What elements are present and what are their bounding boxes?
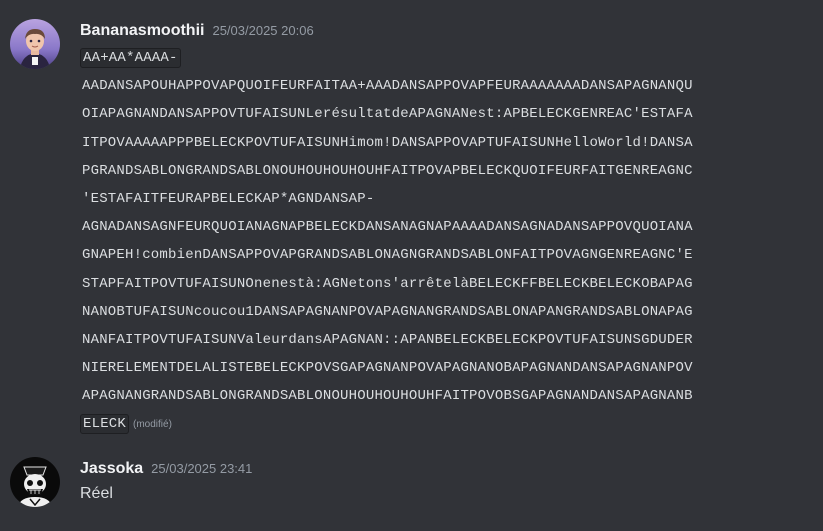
content-line: NANOBTUFAISUNcoucou1DANSAPAGNANPOVAPAGNA… bbox=[80, 298, 806, 326]
username[interactable]: Jassoka bbox=[80, 460, 143, 478]
content-line: 'ESTAFAITFEURAPBELECKAP*AGNDANSAP- bbox=[80, 185, 806, 213]
content-text: GNAPEH!combienDANSAPPOVAPGRANDSABLONAGNG… bbox=[82, 247, 693, 264]
content-line: STAPFAITPOVTUFAISUNOnenestà:AGNetons'arr… bbox=[80, 270, 806, 298]
content-line: OIAPAGNANDANSAPPOVTUFAISUNLerésultatdeAP… bbox=[80, 100, 806, 128]
content-text: NIERELEMENTDELALISTEBELECKPOVSGAPAGNANPO… bbox=[82, 360, 693, 377]
content-line: APAGNANGRANDSABLONGRANDSABLONOUHOUHOUHOU… bbox=[80, 382, 806, 410]
avatar-image bbox=[10, 19, 60, 69]
user-avatar[interactable] bbox=[10, 457, 60, 507]
inline-code: AA+AA*AAAA- bbox=[80, 48, 181, 68]
content-text: NANOBTUFAISUNcoucou1DANSAPAGNANPOVAPAGNA… bbox=[82, 303, 693, 320]
user-avatar[interactable] bbox=[10, 19, 60, 69]
content-line: GNAPEH!combienDANSAPPOVAPGRANDSABLONAGNG… bbox=[80, 241, 806, 269]
content-line: PGRANDSABLONGRANDSABLONOUHOUHOUHOUHFAITP… bbox=[80, 157, 806, 185]
message-header: Jassoka 25/03/2025 23:41 bbox=[80, 460, 252, 482]
content-line: NANFAITPOVTUFAISUNValeurdansAPAGNAN::APA… bbox=[80, 326, 806, 354]
content-text: STAPFAITPOVTUFAISUNOnenestà:AGNetons'arr… bbox=[82, 275, 693, 292]
timestamp[interactable]: 25/03/2025 23:41 bbox=[151, 461, 252, 476]
content-line: ELECK (modifié) bbox=[80, 410, 806, 438]
content-line: AGNADANSAGNFEURQUOIANAGNAPBELECKDANSANAG… bbox=[80, 213, 806, 241]
content-line: AA+AA*AAAA- bbox=[80, 44, 806, 72]
content-text: AADANSAPOUHAPPOVAPQUOIFEURFAITAA+AAADANS… bbox=[82, 78, 693, 95]
content-line: ITPOVAAAAAPPPBELECKPOVTUFAISUNHimom!DANS… bbox=[80, 129, 806, 157]
content-text: ITPOVAAAAAPPPBELECKPOVTUFAISUNHimom!DANS… bbox=[82, 134, 693, 151]
message-content: Réel bbox=[80, 485, 113, 502]
content-text: OIAPAGNANDANSAPPOVTUFAISUNLerésultatdeAP… bbox=[82, 106, 693, 123]
timestamp[interactable]: 25/03/2025 20:06 bbox=[212, 23, 313, 38]
content-line: AADANSAPOUHAPPOVAPQUOIFEURFAITAA+AAADANS… bbox=[80, 72, 806, 100]
content-text: 'ESTAFAITFEURAPBELECKAP*AGNDANSAP- bbox=[82, 190, 375, 207]
content-text: PGRANDSABLONGRANDSABLONOUHOUHOUHOUHFAITP… bbox=[82, 162, 693, 179]
message-header: Bananasmoothii 25/03/2025 20:06 bbox=[80, 22, 314, 44]
username[interactable]: Bananasmoothii bbox=[80, 22, 204, 40]
content-text: APAGNANGRANDSABLONGRANDSABLONOUHOUHOUHOU… bbox=[82, 388, 693, 405]
content-text: AGNADANSAGNFEURQUOIANAGNAPBELECKDANSANAG… bbox=[82, 219, 693, 236]
inline-code: ELECK bbox=[80, 414, 130, 435]
content-text: NANFAITPOVTUFAISUNValeurdansAPAGNAN::APA… bbox=[82, 331, 693, 348]
avatar-image bbox=[10, 457, 60, 507]
edited-label[interactable]: (modifié) bbox=[133, 419, 172, 430]
message-content: AA+AA*AAAA- AADANSAPOUHAPPOVAPQUOIFEURFA… bbox=[80, 44, 806, 439]
content-line: NIERELEMENTDELALISTEBELECKPOVSGAPAGNANPO… bbox=[80, 354, 806, 382]
